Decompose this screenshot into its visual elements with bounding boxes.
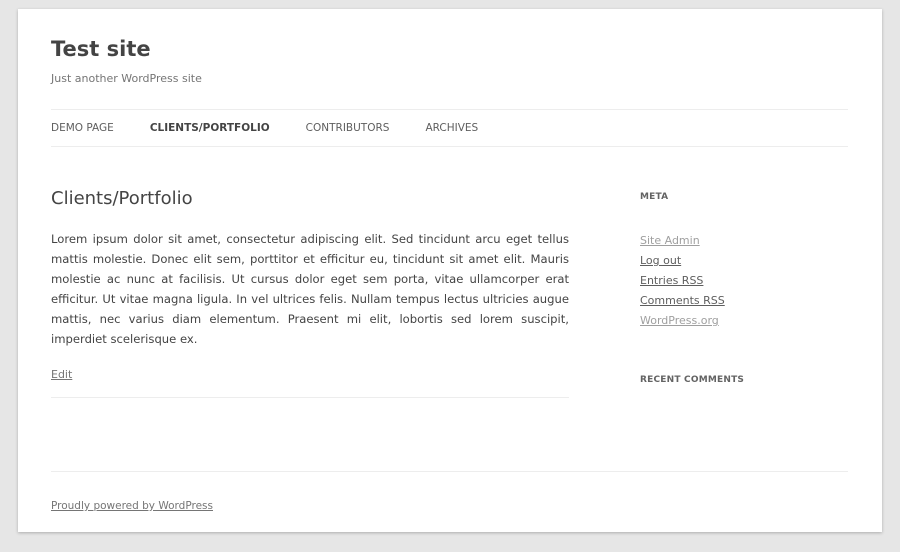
footer-credit-link[interactable]: Proudly powered by WordPress	[51, 500, 213, 512]
edit-link[interactable]: Edit	[51, 368, 72, 381]
main-navigation: Demo Page Clients/Portfolio Contributors…	[51, 109, 848, 147]
meta-widget-title: Meta	[640, 192, 669, 202]
log-out-link[interactable]: Log out	[640, 254, 681, 267]
site-description: Just another WordPress site	[51, 72, 202, 85]
site-admin-link[interactable]: Site Admin	[640, 234, 700, 247]
meta-links-list: Site Admin Log out Entries RSS Comments …	[640, 231, 848, 331]
sidebar: Meta Site Admin Log out Entries RSS Comm…	[640, 191, 848, 386]
entry-content: Lorem ipsum dolor sit amet, consectetur …	[51, 232, 569, 346]
nav-item-contributors[interactable]: Contributors	[306, 122, 390, 134]
comments-rss-link[interactable]: Comments RSS	[640, 294, 725, 307]
list-item: Site Admin	[640, 231, 848, 251]
entry-title: Clients/Portfolio	[51, 188, 193, 209]
list-item: Log out	[640, 251, 848, 271]
wordpress-org-link[interactable]: WordPress.org	[640, 314, 719, 327]
main-content: Clients/Portfolio Lorem ipsum dolor sit …	[51, 187, 569, 398]
nav-item-archives[interactable]: Archives	[425, 122, 478, 134]
list-item: WordPress.org	[640, 311, 848, 331]
entries-rss-link[interactable]: Entries RSS	[640, 274, 703, 287]
recent-comments-widget-title: Recent Comments	[640, 375, 745, 385]
list-item: Entries RSS	[640, 271, 848, 291]
site-footer: Proudly powered by WordPress	[51, 471, 848, 513]
nav-item-clients-portfolio[interactable]: Clients/Portfolio	[150, 122, 270, 134]
page-container: Test site Just another WordPress site De…	[18, 9, 882, 532]
nav-item-demo-page[interactable]: Demo Page	[51, 122, 114, 134]
list-item: Comments RSS	[640, 291, 848, 311]
entry-divider	[51, 397, 569, 398]
page-inner: Test site Just another WordPress site De…	[51, 9, 848, 532]
site-title[interactable]: Test site	[51, 34, 151, 64]
